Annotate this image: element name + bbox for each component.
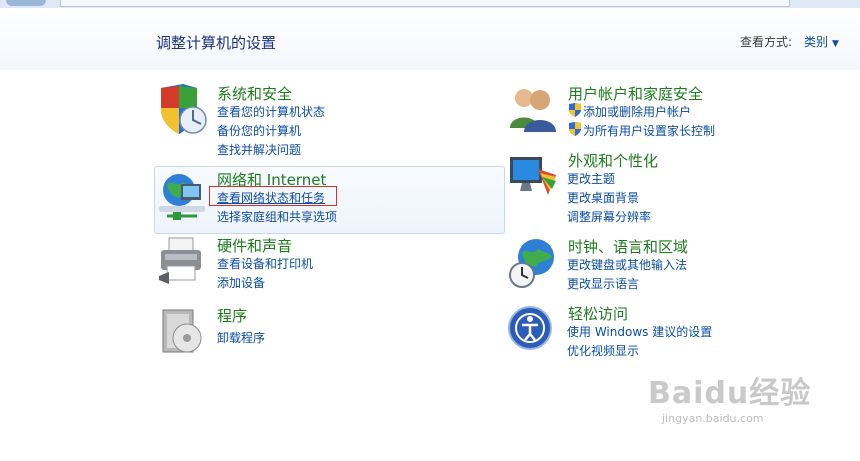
category-heading-hardware[interactable]: 硬件和声音 [217, 235, 292, 256]
watermark-brand: Baidu经验 [648, 376, 812, 411]
address-bar-strip [0, 0, 860, 8]
baidu-watermark: Baidu经验 jingyan.baidu.com [648, 368, 811, 425]
globe-clock-icon [509, 239, 554, 288]
link-add-remove-users[interactable]: 添加或删除用户帐户 [583, 103, 691, 120]
chevron-down-icon: ▼ [832, 39, 839, 49]
globe-network-icon [159, 174, 205, 220]
category-heading-users[interactable]: 用户帐户和家庭安全 [568, 83, 703, 104]
category-heading-programs[interactable]: 程序 [217, 305, 247, 326]
highlight-box [209, 186, 337, 206]
category-heading-ease-of-access[interactable]: 轻松访问 [568, 303, 628, 324]
page-title: 调整计算机的设置 [156, 34, 277, 52]
link-devices-printers[interactable]: 查看设备和打印机 [217, 255, 313, 272]
category-heading-clock[interactable]: 时钟、语言和区域 [568, 236, 688, 257]
view-by-dropdown[interactable]: 类别 ▼ [804, 33, 839, 50]
address-bar[interactable] [60, 0, 790, 7]
category-heading-appearance[interactable]: 外观和个性化 [568, 150, 658, 171]
link-backup-computer[interactable]: 备份您的计算机 [217, 122, 301, 139]
shield-icon [161, 84, 207, 134]
link-homegroup-sharing[interactable]: 选择家庭组和共享选项 [217, 208, 337, 225]
printer-icon [159, 237, 201, 284]
link-uninstall-program[interactable]: 卸载程序 [217, 329, 265, 346]
link-troubleshoot[interactable]: 查找并解决问题 [217, 141, 301, 158]
appearance-icon [510, 157, 556, 195]
link-change-keyboard[interactable]: 更改键盘或其他输入法 [567, 256, 687, 273]
programs-icon [162, 309, 202, 353]
category-heading-system-security[interactable]: 系统和安全 [217, 83, 292, 104]
view-by-value: 类别 [804, 35, 829, 49]
view-by-label: 查看方式: [740, 35, 793, 49]
back-forward-buttons[interactable] [6, 0, 46, 6]
link-screen-resolution[interactable]: 调整屏幕分辨率 [567, 208, 651, 225]
link-add-device[interactable]: 添加设备 [217, 274, 265, 291]
header: 调整计算机的设置 查看方式: 类别 ▼ [0, 8, 860, 70]
link-change-background[interactable]: 更改桌面背景 [567, 189, 639, 206]
ease-of-access-icon [508, 306, 552, 350]
users-icon [510, 89, 556, 132]
link-parental-controls[interactable]: 为所有用户设置家长控制 [583, 122, 715, 139]
watermark-url: jingyan.baidu.com [662, 412, 764, 425]
link-change-theme[interactable]: 更改主题 [567, 170, 615, 187]
link-windows-suggested-settings[interactable]: 使用 Windows 建议的设置 [567, 323, 712, 340]
link-change-display-language[interactable]: 更改显示语言 [567, 275, 639, 292]
uac-shield-icon [569, 122, 581, 136]
link-view-computer-status[interactable]: 查看您的计算机状态 [217, 103, 325, 120]
link-optimize-display[interactable]: 优化视频显示 [567, 342, 639, 359]
uac-shield-icon [569, 103, 581, 117]
